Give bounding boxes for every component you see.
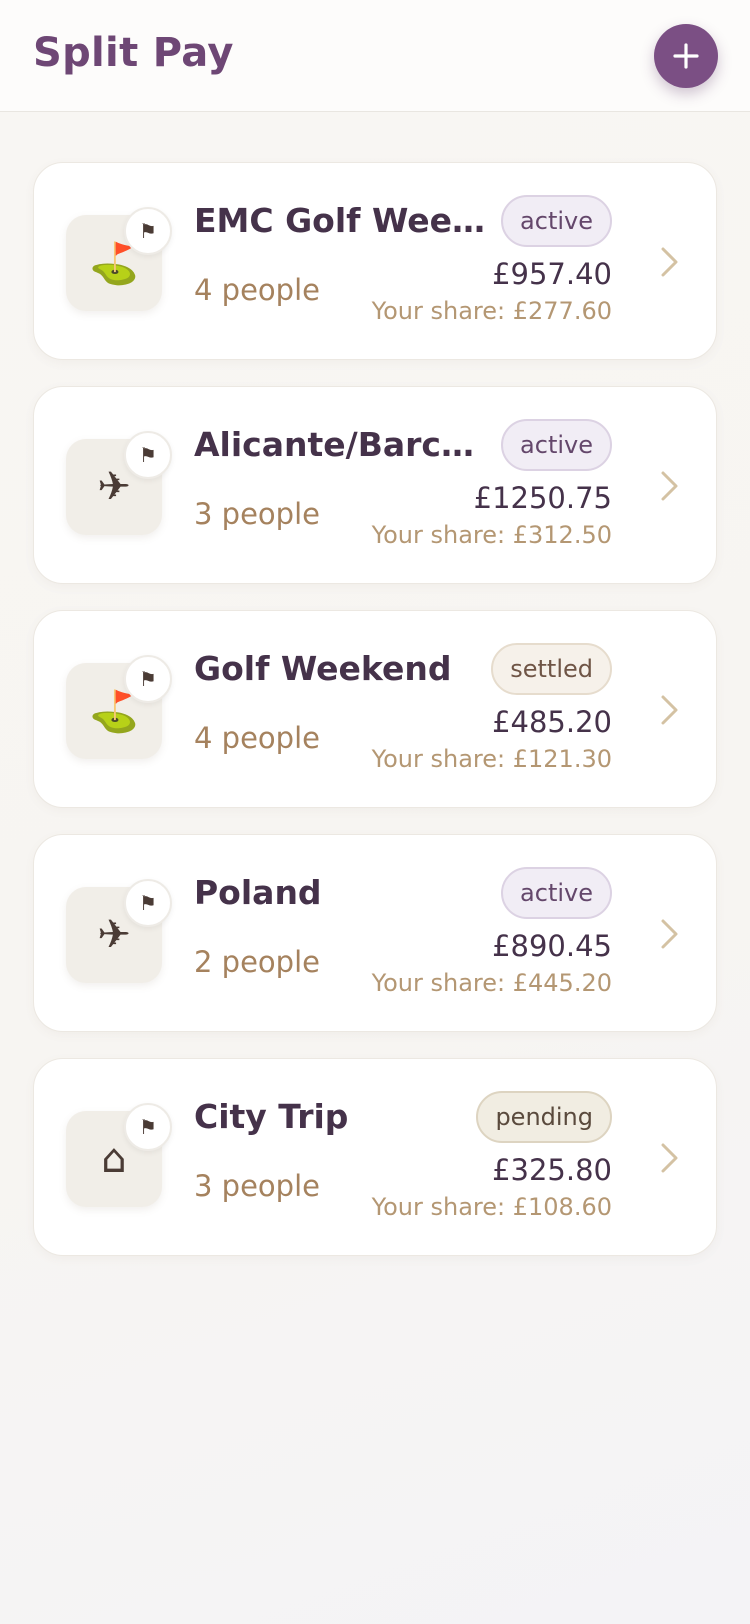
status-badge: active: [501, 419, 612, 471]
trip-total: £957.40: [492, 257, 612, 291]
chevron-right-icon: [661, 919, 678, 949]
flag-icon: ⚑: [124, 207, 172, 255]
trip-card-city-trip[interactable]: ⌂ ⚑ City Trip 3 people pending £325.80 Y…: [33, 1058, 717, 1256]
chevron-right-icon: [661, 247, 678, 277]
flag-icon: ⚑: [124, 879, 172, 927]
trip-your-share: Your share: £108.60: [371, 1193, 612, 1221]
trip-name: Alicante/Barcelona: [194, 425, 494, 464]
trip-card-emc-golf-weekend[interactable]: ⛳ ⚑ EMC Golf Weekend 4 people active £95…: [33, 162, 717, 360]
plus-icon: [673, 43, 699, 69]
trip-name: City Trip: [194, 1097, 349, 1136]
trip-name: Golf Weekend: [194, 649, 452, 688]
trip-total: £325.80: [492, 1153, 612, 1187]
trip-card-alicante-barcelona[interactable]: ✈ ⚑ Alicante/Barcelona 3 people active £…: [33, 386, 717, 584]
trip-list: ⛳ ⚑ EMC Golf Weekend 4 people active £95…: [33, 162, 717, 1282]
trip-your-share: Your share: £277.60: [371, 297, 612, 325]
app-title: Split Pay: [33, 30, 234, 76]
trip-card-poland[interactable]: ✈ ⚑ Poland 2 people active £890.45 Your …: [33, 834, 717, 1032]
trip-total: £1250.75: [473, 481, 612, 515]
trip-your-share: Your share: £312.50: [371, 521, 612, 549]
trip-name: EMC Golf Weekend: [194, 201, 494, 240]
status-badge: pending: [476, 1091, 612, 1143]
trip-total: £485.20: [492, 705, 612, 739]
status-badge: active: [501, 195, 612, 247]
trip-name: Poland: [194, 873, 322, 912]
chevron-right-icon: [661, 695, 678, 725]
trip-people-count: 3 people: [194, 497, 320, 531]
chevron-right-icon: [661, 1143, 678, 1173]
trip-your-share: Your share: £121.30: [371, 745, 612, 773]
add-trip-button[interactable]: [654, 24, 718, 88]
trip-card-golf-weekend[interactable]: ⛳ ⚑ Golf Weekend 4 people settled £485.2…: [33, 610, 717, 808]
flag-icon: ⚑: [124, 431, 172, 479]
chevron-right-icon: [661, 471, 678, 501]
status-badge: settled: [491, 643, 612, 695]
trip-your-share: Your share: £445.20: [371, 969, 612, 997]
trip-people-count: 2 people: [194, 945, 320, 979]
app-header: Split Pay: [0, 0, 750, 112]
flag-icon: ⚑: [124, 1103, 172, 1151]
trip-people-count: 4 people: [194, 273, 320, 307]
flag-icon: ⚑: [124, 655, 172, 703]
trip-people-count: 4 people: [194, 721, 320, 755]
trip-total: £890.45: [492, 929, 612, 963]
trip-people-count: 3 people: [194, 1169, 320, 1203]
status-badge: active: [501, 867, 612, 919]
